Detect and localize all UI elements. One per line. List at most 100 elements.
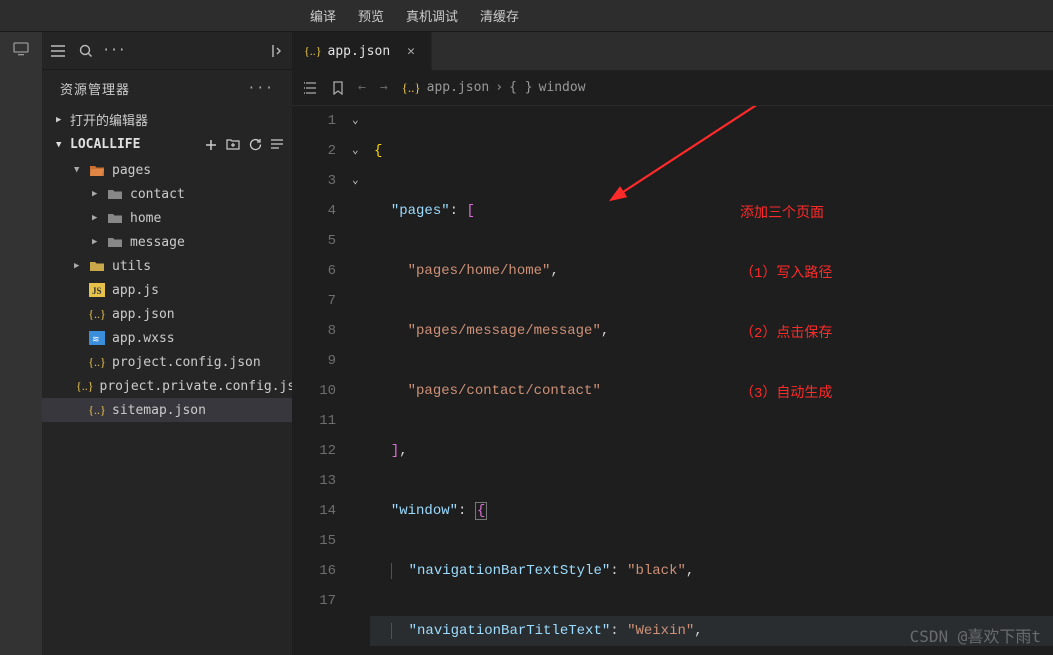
line-gutter: 1234567891011121314151617 — [292, 106, 352, 655]
more-icon[interactable]: ··· — [106, 43, 122, 59]
opened-editors-label: 打开的编辑器 — [70, 110, 148, 129]
code-string: "pages/message/message" — [408, 323, 601, 339]
folder-label: contact — [130, 187, 185, 202]
bracket-open: [ — [466, 203, 474, 219]
bracket-close: ] — [391, 443, 399, 459]
crumb-file[interactable]: app.json — [427, 80, 490, 95]
refresh-icon[interactable] — [248, 138, 262, 152]
json-file-icon: {..} — [88, 354, 106, 370]
crumb-sep: › — [495, 80, 503, 95]
folder-utils[interactable]: ▶ utils — [42, 254, 292, 278]
crumb-symbol[interactable]: window — [539, 80, 586, 95]
chevron-down-icon: ▼ — [56, 140, 66, 150]
code-string: "Weixin" — [627, 623, 694, 639]
new-file-icon[interactable] — [204, 138, 218, 152]
code-key: "window" — [391, 503, 458, 519]
folder-message[interactable]: ▶ message — [42, 230, 292, 254]
fold-column: ⌄⌄⌄ — [352, 106, 370, 655]
file-label: sitemap.json — [112, 403, 206, 418]
folder-label: message — [130, 235, 185, 250]
activity-bar — [0, 32, 42, 655]
menu-compile[interactable]: 编译 — [310, 6, 336, 25]
display-icon[interactable] — [12, 42, 30, 56]
chevron-down-icon: ▼ — [74, 165, 86, 175]
brace-open: { — [475, 502, 487, 520]
tab-app-json[interactable]: {..} app.json ✕ — [292, 32, 432, 70]
fold-icon[interactable]: ⌄ — [352, 136, 370, 166]
sidebar: ··· 资源管理器 ··· ▶ 打开的编辑器 ▼ LOCALLIFE — [42, 32, 292, 655]
nav-forward-icon[interactable]: → — [380, 80, 388, 95]
folder-label: utils — [112, 259, 151, 274]
folder-icon — [106, 210, 124, 226]
code-key: "pages" — [391, 203, 450, 219]
collapse-all-icon[interactable] — [270, 138, 284, 152]
code-content[interactable]: { "pages": [ "pages/home/home", "pages/m… — [370, 106, 1053, 655]
folder-icon — [106, 234, 124, 250]
file-label: app.wxss — [112, 331, 175, 346]
chevron-right-icon: ▶ — [92, 237, 104, 247]
list-icon[interactable] — [304, 82, 318, 94]
file-tree: ▼ pages ▶ contact ▶ home ▶ message ▶ — [42, 156, 292, 424]
brace-open: { — [374, 143, 382, 159]
file-app-json[interactable]: {..} app.json — [42, 302, 292, 326]
code-string: "pages/home/home" — [408, 263, 551, 279]
json-file-icon: {..} — [402, 80, 421, 96]
code-key: "navigationBarTitleText" — [409, 623, 611, 639]
list-icon[interactable] — [50, 43, 66, 59]
folder-label: home — [130, 211, 161, 226]
menu-preview[interactable]: 预览 — [358, 6, 384, 25]
nav-back-icon[interactable]: ← — [358, 80, 366, 95]
project-header[interactable]: ▼ LOCALLIFE — [42, 133, 292, 156]
folder-pages[interactable]: ▼ pages — [42, 158, 292, 182]
file-sitemap[interactable]: {..} sitemap.json — [42, 398, 292, 422]
folder-label: pages — [112, 163, 151, 178]
menu-debug[interactable]: 真机调试 — [406, 6, 458, 25]
top-menu: 编译 预览 真机调试 清缓存 — [0, 0, 1053, 32]
explorer-title: 资源管理器 ··· — [42, 70, 292, 106]
collapse-panel-icon[interactable] — [268, 43, 284, 59]
js-file-icon: JS — [88, 282, 106, 298]
file-project-config[interactable]: {..} project.config.json — [42, 350, 292, 374]
chevron-right-icon: ▶ — [92, 189, 104, 199]
editor-area: {..} app.json ✕ ← → {..} app.json › { } … — [292, 32, 1053, 655]
json-file-icon: {..} — [88, 402, 106, 418]
explorer-more-icon[interactable]: ··· — [244, 81, 278, 96]
svg-text:≋: ≋ — [92, 334, 100, 344]
file-label: project.private.config.json — [100, 379, 311, 394]
code-string: "pages/contact/contact" — [408, 383, 601, 399]
chevron-right-icon: ▶ — [74, 261, 86, 271]
wxss-file-icon: ≋ — [88, 330, 106, 346]
file-label: project.config.json — [112, 355, 261, 370]
file-app-js[interactable]: JS app.js — [42, 278, 292, 302]
folder-open-icon — [88, 162, 106, 178]
json-file-icon: {..} — [304, 44, 322, 59]
fold-icon[interactable]: ⌄ — [352, 166, 370, 196]
code-key: "navigationBarTextStyle" — [409, 563, 611, 579]
file-project-private-config[interactable]: {..} project.private.config.json — [42, 374, 292, 398]
breadcrumb-bar: ← → {..} app.json › { } window — [292, 70, 1053, 106]
new-folder-icon[interactable] — [226, 138, 240, 152]
bookmark-icon[interactable] — [332, 81, 344, 95]
fold-icon[interactable]: ⌄ — [352, 106, 370, 136]
tab-bar: {..} app.json ✕ — [292, 32, 1053, 70]
chevron-right-icon: ▶ — [56, 115, 66, 125]
close-icon[interactable]: ✕ — [403, 44, 419, 59]
folder-contact[interactable]: ▶ contact — [42, 182, 292, 206]
json-file-icon: {..} — [76, 378, 94, 394]
folder-home[interactable]: ▶ home — [42, 206, 292, 230]
explorer-label: 资源管理器 — [60, 79, 130, 98]
json-file-icon: {..} — [88, 306, 106, 322]
folder-icon — [88, 258, 106, 274]
search-icon[interactable] — [78, 43, 94, 59]
tab-label: app.json — [328, 44, 391, 59]
braces-icon: { } — [509, 80, 532, 95]
folder-icon — [106, 186, 124, 202]
menu-clear-cache[interactable]: 清缓存 — [480, 6, 519, 25]
svg-text:JS: JS — [92, 286, 102, 296]
opened-editors-section[interactable]: ▶ 打开的编辑器 — [42, 106, 292, 133]
file-label: app.js — [112, 283, 159, 298]
code-editor[interactable]: 1234567891011121314151617 ⌄⌄⌄ { "pages":… — [292, 106, 1053, 655]
project-name: LOCALLIFE — [70, 137, 140, 152]
file-app-wxss[interactable]: ≋ app.wxss — [42, 326, 292, 350]
file-label: app.json — [112, 307, 175, 322]
